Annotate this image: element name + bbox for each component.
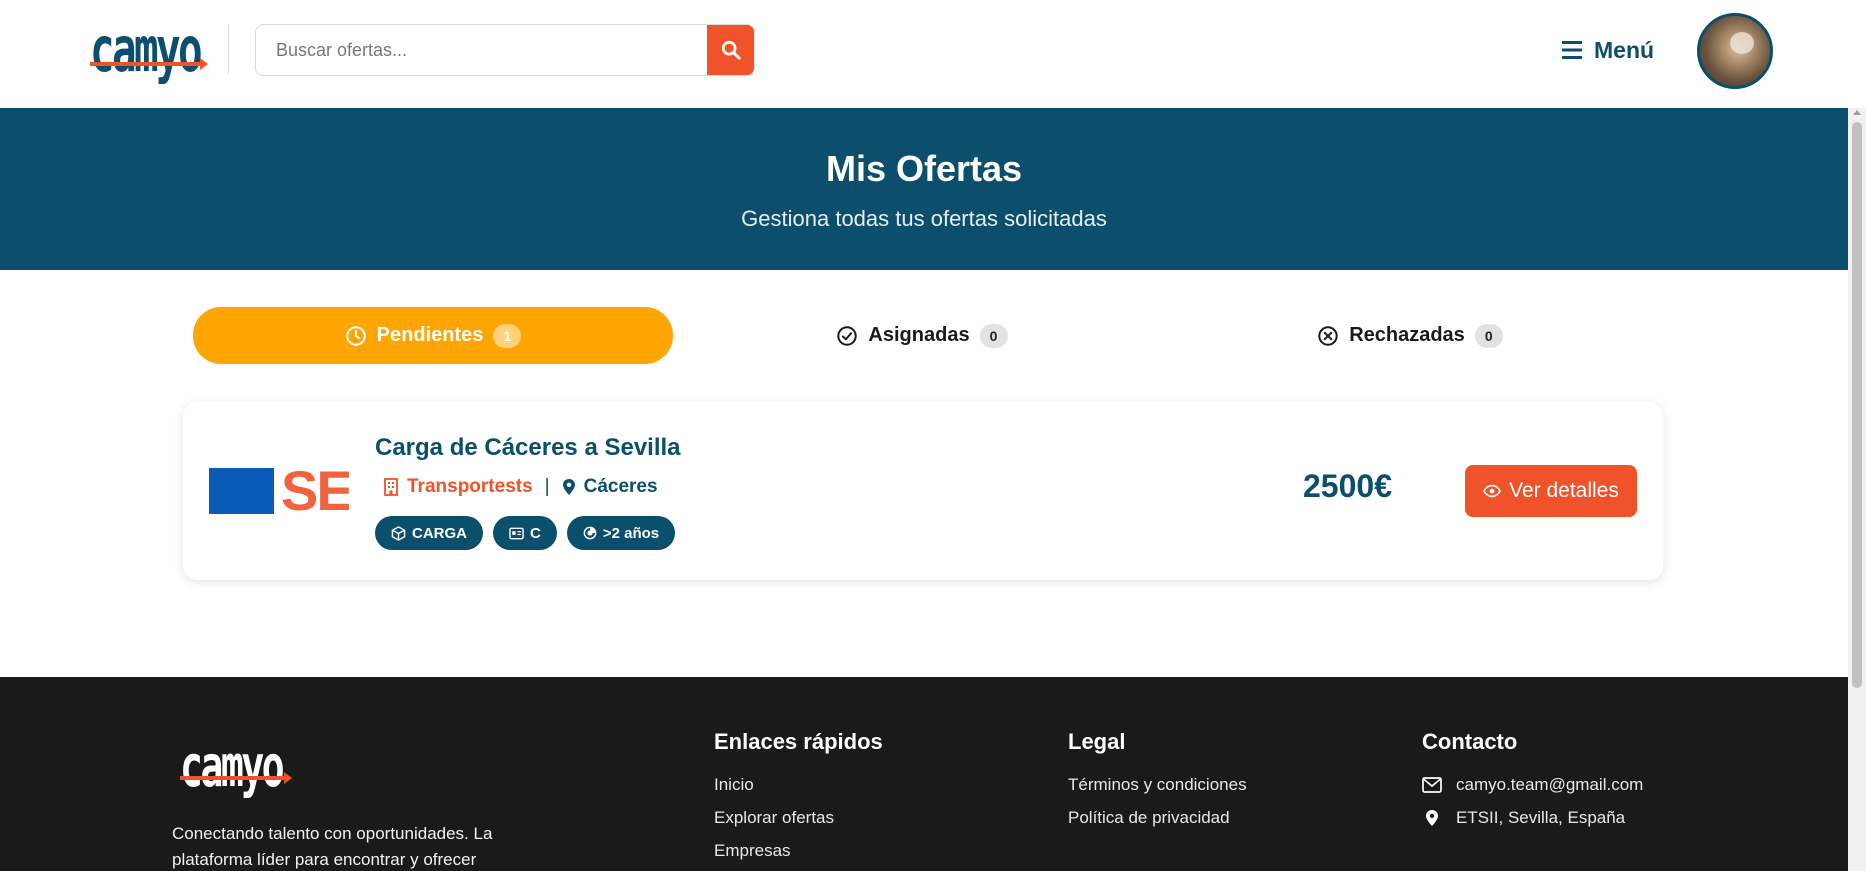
tab-count-badge: 1 bbox=[493, 323, 522, 348]
hero-banner: Mis Ofertas Gestiona todas tus ofertas s… bbox=[0, 108, 1848, 270]
box-icon bbox=[391, 525, 406, 541]
tab-rechazadas[interactable]: Rechazadas 0 bbox=[1200, 307, 1620, 364]
offer-card[interactable]: SE Carga de Cáceres a Sevilla Transporte… bbox=[183, 402, 1663, 580]
footer-link-explorar-ofertas[interactable]: Explorar ofertas bbox=[714, 808, 883, 828]
page-subtitle: Gestiona todas tus ofertas solicitadas bbox=[741, 206, 1107, 231]
header-divider bbox=[228, 24, 229, 74]
user-avatar[interactable] bbox=[1697, 13, 1773, 89]
company-logo: SE bbox=[209, 464, 349, 516]
page-scrollbar[interactable] bbox=[1848, 108, 1866, 871]
tag-license: C bbox=[493, 516, 557, 550]
search-button[interactable] bbox=[707, 25, 754, 75]
offer-tags: CARGA C >2 años bbox=[375, 516, 676, 550]
tab-label: Pendientes bbox=[376, 324, 484, 346]
menu-label: Menú bbox=[1594, 36, 1655, 63]
scroll-up-arrow-icon[interactable] bbox=[1853, 110, 1861, 115]
scroll-thumb[interactable] bbox=[1852, 122, 1862, 688]
map-pin-icon bbox=[562, 479, 575, 495]
tag-carga: CARGA bbox=[375, 516, 483, 550]
camyo-logo[interactable]: camyo bbox=[90, 16, 208, 84]
search-bar bbox=[255, 24, 755, 76]
tab-count-badge: 0 bbox=[1474, 323, 1503, 348]
tab-count-badge: 0 bbox=[979, 323, 1008, 348]
footer-legal: Legal Términos y condiciones Política de… bbox=[1068, 729, 1247, 841]
footer-heading: Enlaces rápidos bbox=[714, 729, 883, 754]
search-icon bbox=[721, 40, 741, 60]
offer-company[interactable]: Transportests bbox=[383, 476, 533, 498]
site-header: camyo Menú bbox=[0, 0, 1866, 108]
footer-quick-links: Enlaces rápidos Inicio Explorar ofertas … bbox=[714, 729, 883, 871]
mail-icon bbox=[1422, 777, 1442, 793]
logo-arrow-icon bbox=[90, 58, 208, 70]
tab-label: Rechazadas bbox=[1349, 324, 1465, 346]
footer-description: Conectando talento con oportunidades. La… bbox=[172, 824, 493, 869]
eye-icon bbox=[1483, 484, 1502, 498]
footer-contact: Contacto camyo.team@gmail.com ETSII, Sev… bbox=[1422, 729, 1643, 841]
offer-location: Cáceres bbox=[562, 476, 658, 498]
tab-pendientes[interactable]: Pendientes 1 bbox=[193, 307, 673, 364]
clock-icon bbox=[345, 325, 366, 346]
footer-heading: Contacto bbox=[1422, 729, 1518, 754]
offer-title[interactable]: Carga de Cáceres a Sevilla bbox=[375, 434, 681, 462]
logo-arrow-icon bbox=[180, 772, 292, 784]
tab-asignadas[interactable]: Asignadas 0 bbox=[712, 307, 1132, 364]
menu-button[interactable]: Menú bbox=[1562, 32, 1654, 68]
hamburger-icon bbox=[1562, 41, 1582, 59]
offer-meta: Transportests | Cáceres bbox=[383, 476, 658, 498]
footer-link-privacidad[interactable]: Política de privacidad bbox=[1068, 808, 1247, 828]
contact-address: ETSII, Sevilla, España bbox=[1422, 808, 1643, 828]
footer-link-empresas[interactable]: Empresas bbox=[714, 841, 883, 861]
search-input[interactable] bbox=[256, 25, 708, 75]
company-logo-block bbox=[209, 468, 274, 514]
tab-label: Asignadas bbox=[868, 324, 970, 346]
site-footer: camyo Conectando talento con oportunidad… bbox=[0, 677, 1848, 871]
building-icon bbox=[384, 478, 398, 496]
license-icon bbox=[509, 527, 524, 539]
footer-link-terminos[interactable]: Términos y condiciones bbox=[1068, 775, 1247, 795]
offer-price: 2500€ bbox=[1303, 468, 1392, 504]
meta-separator: | bbox=[544, 476, 550, 497]
page-title: Mis Ofertas bbox=[825, 148, 1023, 189]
check-circle-icon bbox=[837, 325, 858, 346]
footer-link-inicio[interactable]: Inicio bbox=[714, 775, 883, 795]
map-pin-icon bbox=[1426, 810, 1438, 826]
x-circle-icon bbox=[1318, 325, 1338, 346]
footer-heading: Legal bbox=[1068, 729, 1126, 754]
tag-experience: >2 años bbox=[566, 516, 676, 550]
view-details-button[interactable]: Ver detalles bbox=[1465, 465, 1637, 517]
experience-icon bbox=[583, 526, 597, 540]
footer-logo[interactable]: camyo bbox=[180, 732, 292, 800]
contact-email[interactable]: camyo.team@gmail.com bbox=[1422, 775, 1643, 795]
